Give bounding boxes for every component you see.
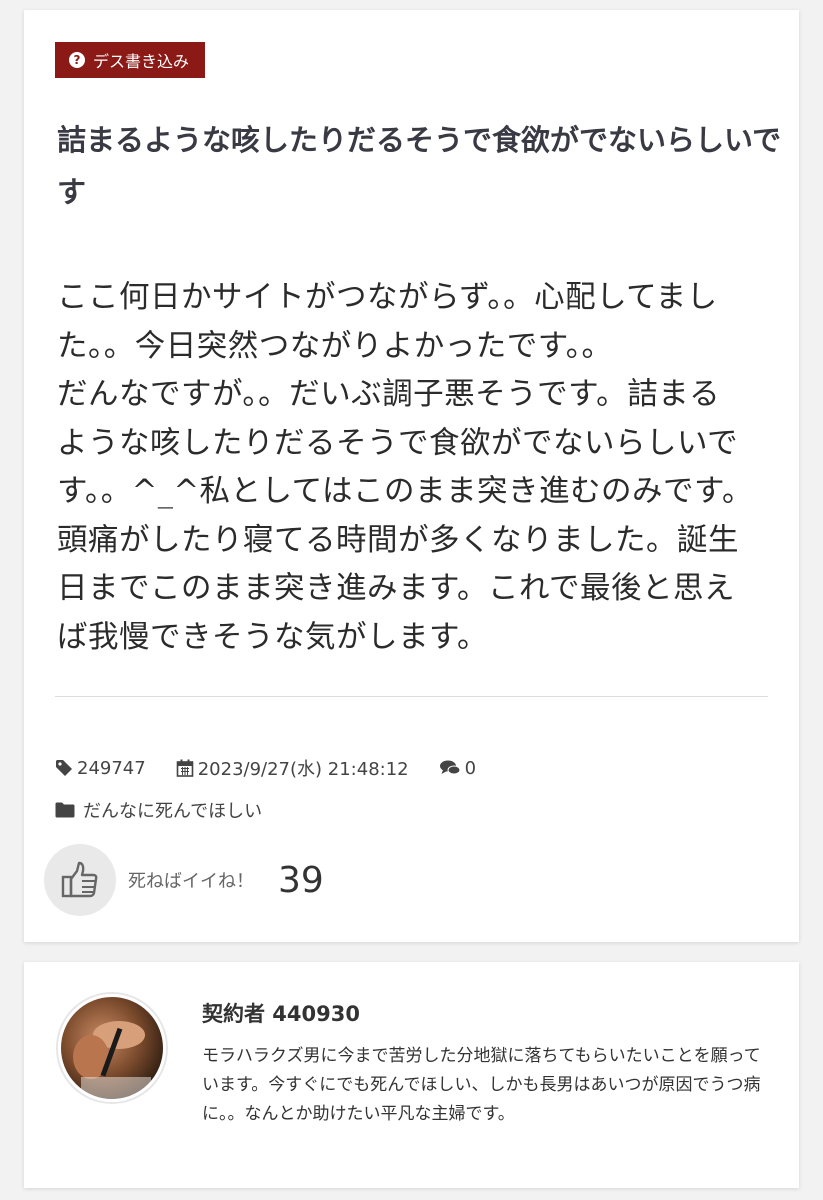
post-meta: 249747 2023/9/27(水) 21:48:12 0 (55, 754, 506, 782)
post-comments[interactable]: 0 (439, 758, 476, 779)
divider (55, 696, 768, 697)
author-card: 契約者 440930 モラハラクズ男に今まで苦労した分地獄に落ちてもらいたいこと… (24, 962, 799, 1188)
tag-icon (56, 760, 72, 776)
post-body: ここ何日かサイトがつながらず。。心配してまし た。。今日突然つながりよかったです… (57, 274, 782, 662)
body-line: 日までこのまま突き進みます。これで最後と思え (57, 571, 736, 606)
comment-count: 0 (464, 757, 477, 779)
post-card: ? デス書き込み 詰まるような咳したりだるそうで食欲がでないらしいです ここ何日… (24, 10, 799, 942)
category-badge-label: デス書き込み (93, 52, 190, 71)
body-line: ような咳したりだるそうで食欲がでないらしいで (57, 425, 739, 461)
avatar (58, 994, 166, 1102)
post-id: 249747 (55, 758, 146, 779)
post-title: 詰まるような咳したりだるそうで食欲がでないらしいです (57, 123, 782, 209)
folder-icon (55, 802, 75, 818)
body-line: ば我慢できそうな気がします。 (57, 619, 488, 655)
like-count: 39 (278, 859, 324, 901)
body-line: た。。今日突然つながりよかったです。。 (57, 328, 613, 364)
body-line: ここ何日かサイトがつながらず。。心配してまし (57, 280, 718, 315)
like-section: 死ねばイイね！ 39 (44, 843, 324, 917)
like-button[interactable] (44, 844, 116, 916)
body-line: だんなですが。。だいぶ調子悪そうです。詰まる (57, 377, 721, 412)
body-line: 頭痛がしたり寝てる時間が多くなりました。誕生 (57, 522, 739, 558)
like-label: 死ねばイイね！ (128, 871, 254, 892)
calendar-icon (176, 759, 194, 777)
author-bio: モラハラクズ男に今まで苦労した分地獄に落ちてもらいたいことを願っています。今すぐ… (202, 1046, 761, 1124)
avatar-image (73, 1021, 151, 1099)
question-icon: ? (69, 52, 85, 68)
thumbs-up-icon (61, 861, 98, 898)
post-category[interactable]: だんなに死んでほしい (55, 796, 262, 824)
post-id-value: 249747 (77, 757, 146, 779)
category-badge[interactable]: ? デス書き込み (55, 42, 206, 78)
post-datetime: 2023/9/27(水) 21:48:12 (176, 755, 409, 781)
author-name[interactable]: 契約者 440930 (202, 998, 360, 1028)
post-datetime-value: 2023/9/27(水) 21:48:12 (197, 759, 409, 780)
category-link[interactable]: だんなに死んでほしい (83, 797, 262, 823)
body-line: す。。^_^私としてはこのまま突き進むのみです。 (57, 474, 753, 509)
comments-icon (439, 760, 461, 775)
